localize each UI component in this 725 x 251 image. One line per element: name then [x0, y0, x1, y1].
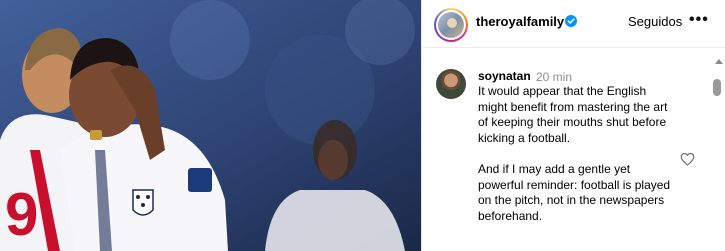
football-players-image: 9 [0, 0, 421, 251]
post-header: theroyalfamily Seguidos ••• [422, 0, 725, 48]
more-horizontal-icon[interactable]: ••• [689, 12, 709, 28]
comment-text: It would appear that the English might b… [478, 84, 671, 223]
account-avatar[interactable] [434, 8, 468, 42]
comment-author[interactable]: soynatan [478, 69, 531, 83]
heart-outline-icon[interactable] [680, 152, 695, 166]
post-photo[interactable]: 9 [0, 0, 421, 251]
commenter-avatar[interactable] [436, 69, 466, 99]
verified-badge-icon [565, 15, 577, 27]
scrollbar-thumb[interactable] [713, 79, 721, 96]
comments-list: soynatan 20 min It would appear that the… [422, 49, 725, 251]
scroll-up-arrow-icon[interactable] [715, 59, 723, 64]
following-button[interactable]: Seguidos [628, 14, 682, 29]
account-username[interactable]: theroyalfamily [476, 14, 564, 29]
post-side-panel: theroyalfamily Seguidos ••• soynatan 20 … [421, 0, 725, 251]
comment-time[interactable]: 20 min [536, 70, 572, 84]
jersey-number: 9 [5, 181, 38, 248]
